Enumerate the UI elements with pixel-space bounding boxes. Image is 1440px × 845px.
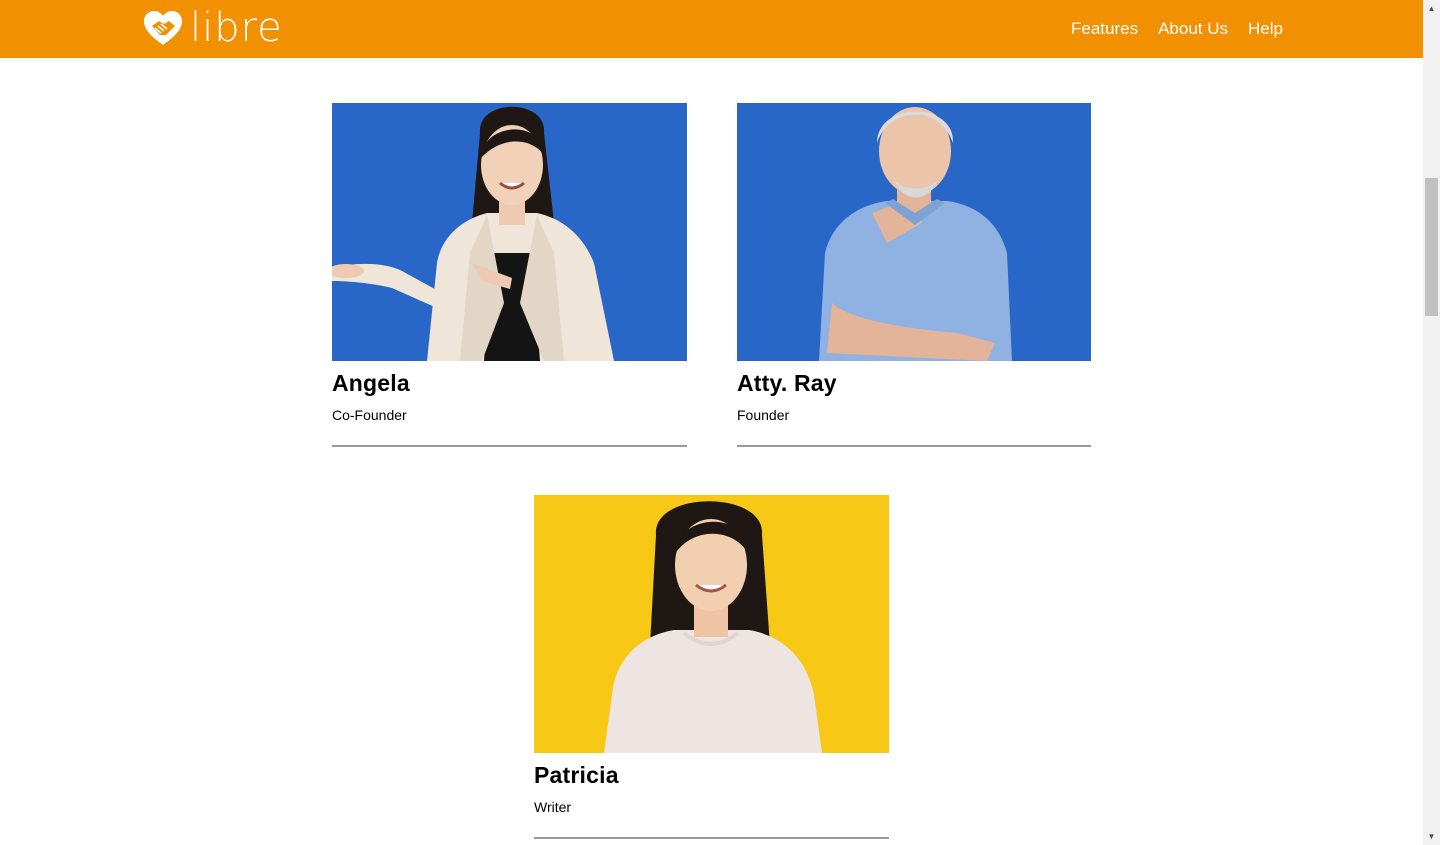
scroll-thumb[interactable]	[1425, 178, 1438, 316]
navbar: libre Features About Us Help	[0, 0, 1423, 58]
team-card-atty-ray: Atty. Ray Founder	[737, 103, 1091, 447]
team-card-patricia: Patricia Writer	[534, 495, 889, 839]
brand-logo[interactable]: libre	[142, 8, 283, 48]
person-photo	[737, 103, 1091, 361]
brand-name: libre	[190, 5, 283, 51]
team-member-name: Angela	[332, 370, 410, 396]
scroll-up-arrow-icon[interactable]: ▲	[1423, 0, 1440, 17]
team-member-role: Co-Founder	[332, 407, 407, 423]
team-member-role: Writer	[534, 799, 572, 815]
card-divider	[534, 837, 889, 839]
team-photo-atty-ray	[737, 103, 1091, 361]
team-photo-patricia	[534, 495, 889, 753]
team-card-angela: Angela Co-Founder	[332, 103, 687, 447]
team-member-role: Founder	[737, 407, 790, 423]
team-member-name: Patricia	[534, 762, 619, 788]
team-member-name: Atty. Ray	[737, 370, 837, 396]
team-photo-angela	[332, 103, 687, 361]
scroll-down-arrow-icon[interactable]: ▼	[1423, 828, 1440, 845]
nav-link-about-us[interactable]: About Us	[1158, 19, 1228, 39]
nav-link-help[interactable]: Help	[1248, 19, 1283, 39]
person-photo	[534, 495, 889, 753]
card-divider	[737, 445, 1091, 447]
card-divider	[332, 445, 687, 447]
heart-handshake-icon	[144, 11, 182, 45]
nav-link-features[interactable]: Features	[1071, 19, 1138, 39]
page-scrollbar[interactable]: ▲ ▼	[1423, 0, 1440, 845]
nav-links: Features About Us Help	[1071, 0, 1283, 58]
person-photo	[332, 103, 687, 361]
